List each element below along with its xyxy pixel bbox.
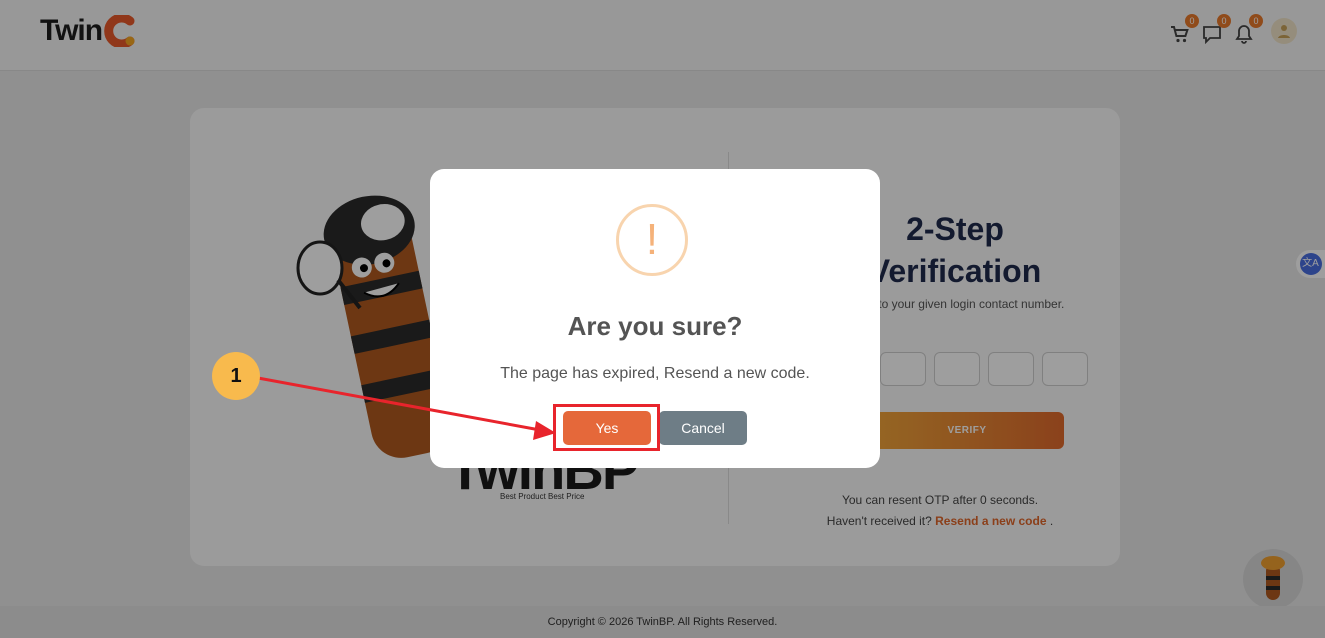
annotation-arrow [257,376,556,440]
step-number-badge: 1 [212,352,260,400]
